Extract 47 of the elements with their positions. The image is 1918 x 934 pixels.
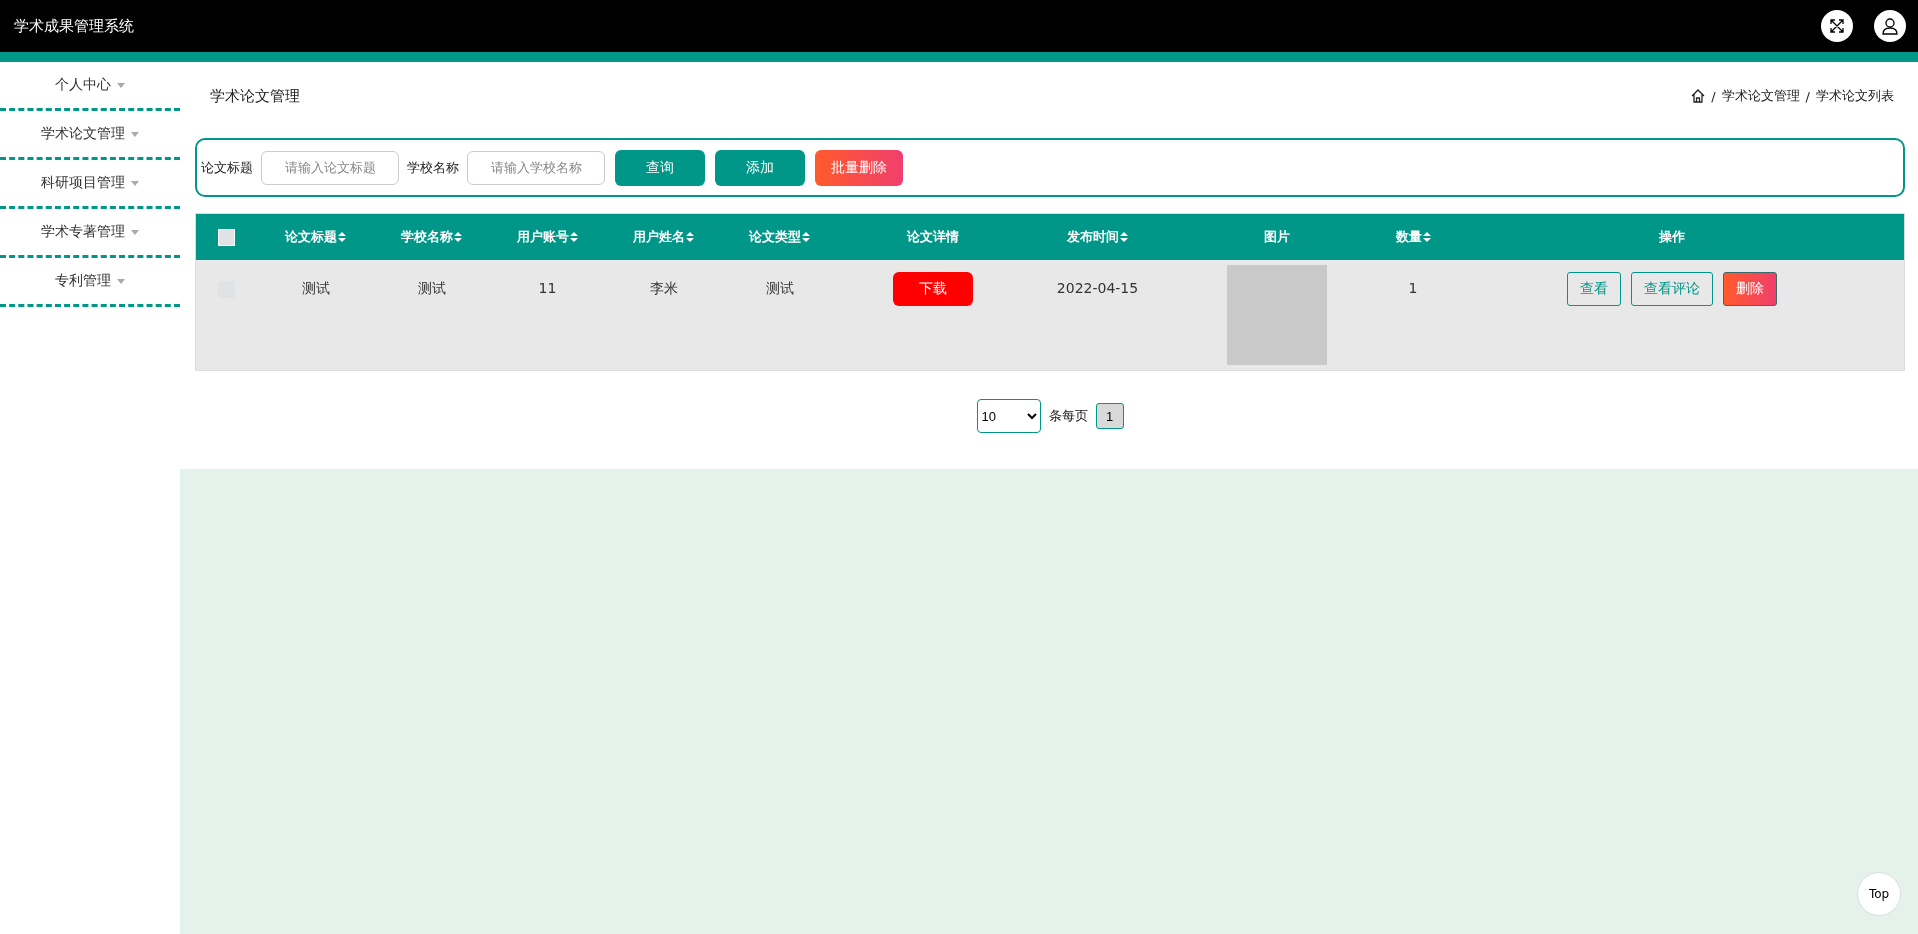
caret-icon <box>131 229 139 235</box>
caret-icon <box>117 82 125 88</box>
breadcrumb-link[interactable]: 学术论文管理 <box>1721 87 1800 105</box>
action-button[interactable]: 查询 <box>615 149 705 186</box>
batch-delete-button[interactable]: 批量删除 <box>815 149 903 186</box>
app-title: 学术成果管理系统 <box>14 16 134 36</box>
column-header[interactable]: 论文类型 <box>749 228 810 246</box>
column-header[interactable]: 发布时间 <box>1067 228 1128 246</box>
table-cell: 李米 <box>649 280 678 296</box>
action-button[interactable]: 添加 <box>715 149 805 186</box>
table-cell: 测试 <box>417 280 446 296</box>
table-cell: 2022-04-15 <box>1056 280 1139 296</box>
caret-icon <box>117 278 125 284</box>
breadcrumb-separator: / <box>1805 88 1810 104</box>
column-header[interactable]: 数量 <box>1395 228 1431 246</box>
column-header[interactable]: 操作 <box>1659 228 1686 246</box>
page-button[interactable]: 1 <box>1095 403 1124 429</box>
column-header[interactable]: 论文详情 <box>906 228 959 246</box>
download-button[interactable]: 下载 <box>892 272 973 306</box>
action-button[interactable]: 查看评论 <box>1631 272 1714 306</box>
column-header[interactable]: 用户账号 <box>517 228 578 246</box>
back-to-top-button[interactable]: Top <box>1857 872 1901 916</box>
home-icon[interactable] <box>1691 89 1706 103</box>
action-button[interactable]: 查看 <box>1567 272 1622 306</box>
delete-button[interactable]: 删除 <box>1723 272 1778 306</box>
table-cell: 1 <box>1408 280 1418 296</box>
column-header[interactable]: 图片 <box>1263 228 1290 246</box>
caret-icon <box>131 131 139 137</box>
page-size-select[interactable]: 10 <box>976 399 1041 433</box>
table-cell: 测试 <box>301 280 330 296</box>
select-all-checkbox[interactable] <box>218 228 236 246</box>
table-cell: 测试 <box>765 280 794 296</box>
breadcrumb-separator: / <box>1711 88 1716 104</box>
column-header[interactable]: 用户姓名 <box>633 228 694 246</box>
breadcrumb-link[interactable]: 学术论文列表 <box>1816 87 1894 105</box>
search-field[interactable]: 请输入学校名称 <box>467 150 605 185</box>
field-label: 学校名称 <box>407 158 459 177</box>
column-header[interactable]: 学校名称 <box>401 228 462 246</box>
table-cell: 11 <box>538 280 557 296</box>
page-title: 学术论文管理 <box>210 86 300 106</box>
user-icon[interactable] <box>1874 10 1906 42</box>
per-page-label: 条每页 <box>1048 407 1088 425</box>
search-field[interactable]: 请输入论文标题 <box>261 150 399 185</box>
column-header[interactable]: 论文标题 <box>285 228 346 246</box>
fullscreen-icon[interactable] <box>1821 10 1853 42</box>
caret-icon <box>131 180 139 186</box>
field-label: 论文标题 <box>201 158 253 177</box>
